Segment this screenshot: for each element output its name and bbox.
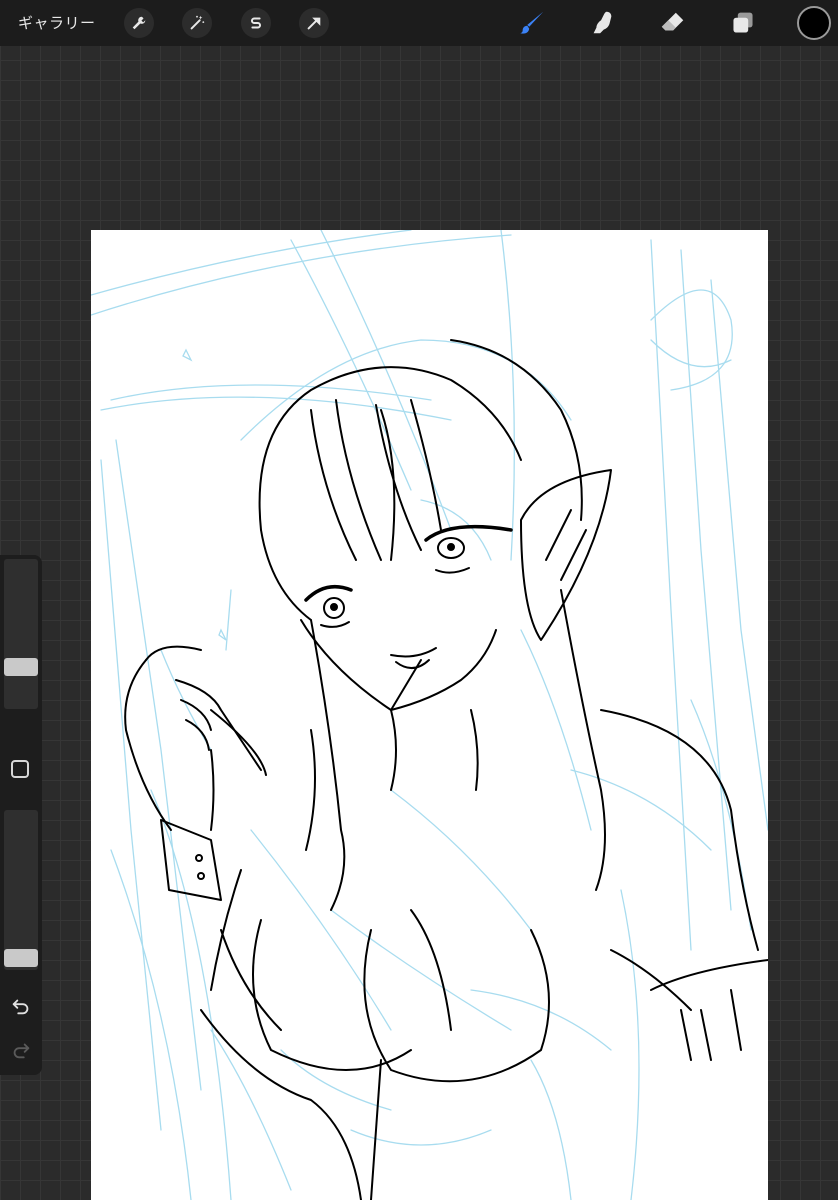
adjustments-button[interactable] — [182, 8, 212, 38]
brush-button[interactable] — [515, 6, 549, 40]
eraser-icon — [661, 12, 684, 31]
top-toolbar: ギャラリー — [0, 0, 838, 46]
layers-button[interactable] — [726, 6, 760, 40]
arrow-cursor-icon — [307, 17, 321, 30]
wrench-icon — [132, 16, 146, 30]
brush-size-slider-thumb[interactable] — [4, 658, 38, 676]
square-icon[interactable] — [11, 760, 29, 778]
drawing-canvas[interactable] — [91, 230, 768, 1200]
smudge-finger-icon — [593, 11, 612, 34]
selection-button[interactable] — [241, 8, 271, 38]
smudge-button[interactable] — [585, 6, 619, 40]
gallery-button[interactable]: ギャラリー — [18, 12, 96, 33]
magic-wand-icon — [190, 15, 205, 30]
layers-icon — [733, 12, 753, 33]
left-sidebar — [0, 555, 42, 1075]
transform-button[interactable] — [299, 8, 329, 38]
brush-size-slider[interactable] — [4, 559, 38, 709]
undo-arrow-icon[interactable] — [10, 995, 32, 1017]
brush-icon — [520, 11, 544, 34]
selection-s-icon — [250, 17, 262, 29]
eraser-button[interactable] — [656, 6, 690, 40]
actions-button[interactable] — [124, 8, 154, 38]
redo-arrow-icon[interactable] — [10, 1039, 32, 1061]
opacity-slider[interactable] — [4, 810, 38, 970]
opacity-slider-thumb[interactable] — [4, 949, 38, 968]
lineart-layer — [124, 339, 768, 1200]
color-swatch-button[interactable] — [797, 6, 831, 40]
